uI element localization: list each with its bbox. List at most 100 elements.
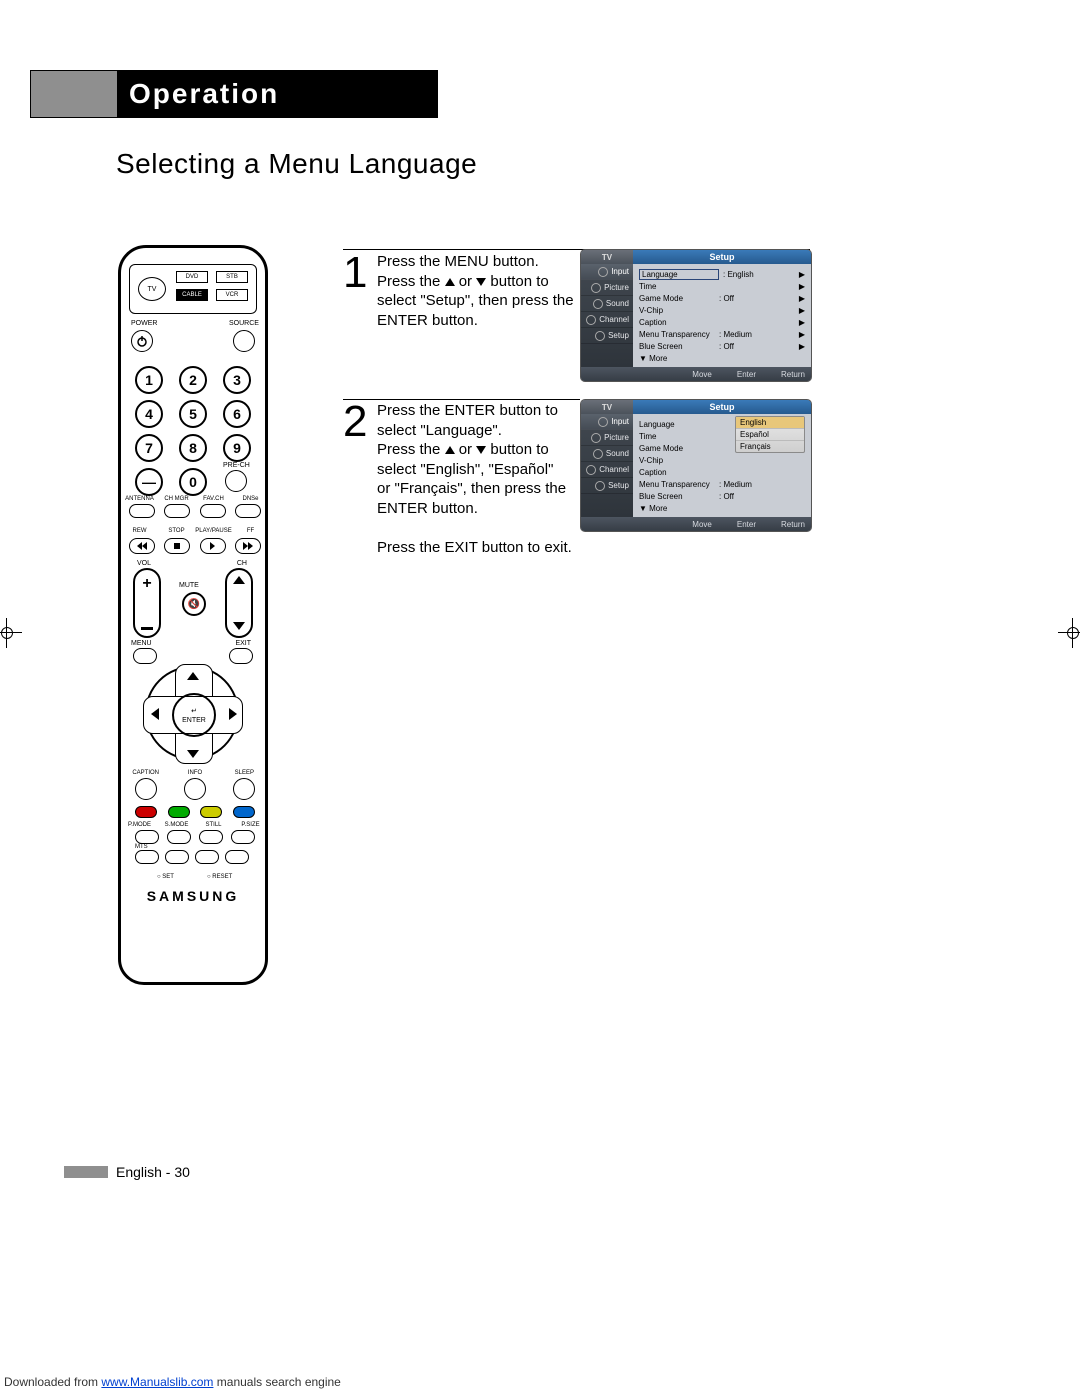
osd-row-menutrans-value: : Medium <box>719 480 805 489</box>
sound-icon <box>593 299 603 309</box>
channel-icon <box>586 315 596 325</box>
remote-stb-button: STB <box>216 271 248 283</box>
chevron-right-icon: ▶ <box>797 330 805 339</box>
osd-side-sound: Sound <box>581 296 633 312</box>
remote-yellow-button <box>200 806 222 818</box>
plus-icon: + <box>142 576 151 592</box>
remote-green-button <box>168 806 190 818</box>
osd-row-game: Game Mode <box>639 444 719 453</box>
remote-enter-label: ENTER <box>182 717 206 724</box>
remote-rew-button <box>129 538 155 554</box>
remote-smode-label: S.MODE <box>158 822 195 828</box>
remote-smode-button <box>167 830 191 844</box>
remote-ch-label: CH <box>237 560 247 567</box>
osd-screenshot-1: TV Setup Input Picture Sound Channel Set… <box>581 250 811 381</box>
osd-row-vchip: V-Chip <box>639 306 719 315</box>
dpad-left-icon <box>151 708 159 720</box>
remote-source-label: SOURCE <box>229 320 259 327</box>
down-arrow-icon <box>476 278 486 286</box>
dpad-down-icon <box>187 750 199 758</box>
remote-mts-button <box>135 850 159 864</box>
step1-line2b: or <box>455 273 477 290</box>
osd-row-time: Time <box>639 432 719 441</box>
osd-row-menutrans: Menu Transparency <box>639 480 719 489</box>
osd-side-sound: Sound <box>581 446 633 462</box>
osd-lang-espanol: Español <box>736 429 804 441</box>
remote-set-label: ○ SET <box>157 874 174 880</box>
remote-ch-rocker <box>225 568 253 638</box>
chevron-right-icon: ▶ <box>797 282 805 291</box>
step2-line2: select "Language". <box>377 422 502 439</box>
osd-screenshot-2: TV Setup Input Picture Sound Channel Set… <box>581 400 811 531</box>
chevron-right-icon: ▶ <box>797 342 805 351</box>
osd-bottom-bar: Move Enter Return <box>581 517 811 531</box>
step2-line1: Press the ENTER button to <box>377 402 558 419</box>
osd-side-setup: Setup <box>581 478 633 494</box>
up-arrow-icon <box>445 278 455 286</box>
header-black-block: Operation <box>117 71 437 117</box>
remote-stop-button <box>164 538 190 554</box>
setup-icon <box>595 331 605 341</box>
osd-sidebar: Input Picture Sound Channel Setup <box>581 414 633 517</box>
remote-still-button <box>199 830 223 844</box>
remote-play-label: PLAY/PAUSE <box>195 528 232 534</box>
remote-power-button <box>131 330 153 352</box>
remote-favch-button <box>200 504 226 518</box>
crop-mark-left <box>0 618 22 648</box>
step2-line6: ENTER button. <box>377 500 478 517</box>
osd-row-game-value: : Off <box>719 294 797 303</box>
remote-row5 <box>135 850 255 864</box>
remote-chmgr-button <box>164 504 190 518</box>
osd-row-more: ▼ More <box>639 352 805 363</box>
osd-language-popup: English Español Français <box>735 416 805 453</box>
remote-dnse-button <box>235 504 261 518</box>
remote-logo: SAMSUNG <box>121 888 265 904</box>
osd-title: Setup <box>633 400 811 414</box>
remote-rew-label: REW <box>121 528 158 534</box>
remote-row2-labels: ANTENNA CH MGR FAV.CH DNSe <box>121 496 269 502</box>
remote-row2 <box>129 504 261 518</box>
remote-mute-button: 🔇 <box>182 592 206 616</box>
manualslib-link[interactable]: www.Manualslib.com <box>101 1375 213 1389</box>
remote-num-2: 2 <box>179 366 207 394</box>
osd-main: Language: English▶ Time▶ Game Mode: Off▶… <box>633 264 811 367</box>
header-gray-block <box>31 71 117 117</box>
osd-main: Language Time Game Mode V-Chip Caption M… <box>633 414 811 517</box>
osd-row-menutrans-value: : Medium <box>719 330 797 339</box>
step2-line7: Press the EXIT button to exit. <box>377 539 572 556</box>
remote-vol-rocker: + <box>133 568 161 638</box>
download-prefix: Downloaded from <box>4 1375 101 1389</box>
step2-line3b: or <box>455 441 477 458</box>
remote-illustration: TV DVD STB CABLE VCR POWER SOURCE 1 2 3 … <box>118 245 268 985</box>
remote-transport <box>129 538 261 554</box>
remote-num-4: 4 <box>135 400 163 428</box>
osd-row-language: Language <box>639 420 719 429</box>
remote-pmode-label: P.MODE <box>121 822 158 828</box>
osd-return-hint: Return <box>770 520 805 529</box>
dpad-right-icon <box>229 708 237 720</box>
remote-dpad: ↵ ENTER <box>145 666 243 764</box>
osd-row-time: Time <box>639 282 719 291</box>
remote-extra1-button <box>165 850 189 864</box>
osd-row-menutrans: Menu Transparency <box>639 330 719 339</box>
remote-menu-label: MENU <box>131 640 152 647</box>
osd-move-hint: Move <box>681 520 712 529</box>
step1-line2c: button to <box>486 273 549 290</box>
crop-mark-right <box>1058 618 1080 648</box>
remote-num-8: 8 <box>179 434 207 462</box>
remote-stop-label: STOP <box>158 528 195 534</box>
osd-tv-badge: TV <box>581 400 633 414</box>
remote-antenna-label: ANTENNA <box>121 496 158 502</box>
remote-caption-button <box>135 778 157 800</box>
remote-num-9: 9 <box>223 434 251 462</box>
section-header: Operation <box>30 70 438 118</box>
remote-exit-label: EXIT <box>235 640 251 647</box>
osd-row-game: Game Mode <box>639 294 719 303</box>
remote-favch-label: FAV.CH <box>195 496 232 502</box>
chevron-right-icon: ▶ <box>797 318 805 327</box>
remote-row4-labels: P.MODE S.MODE STILL P.SIZE <box>121 822 269 828</box>
osd-row-more: ▼ More <box>639 502 805 513</box>
osd-row-blue: Blue Screen <box>639 492 719 501</box>
remote-num-dash: — <box>135 468 163 496</box>
remote-row3 <box>135 778 255 800</box>
